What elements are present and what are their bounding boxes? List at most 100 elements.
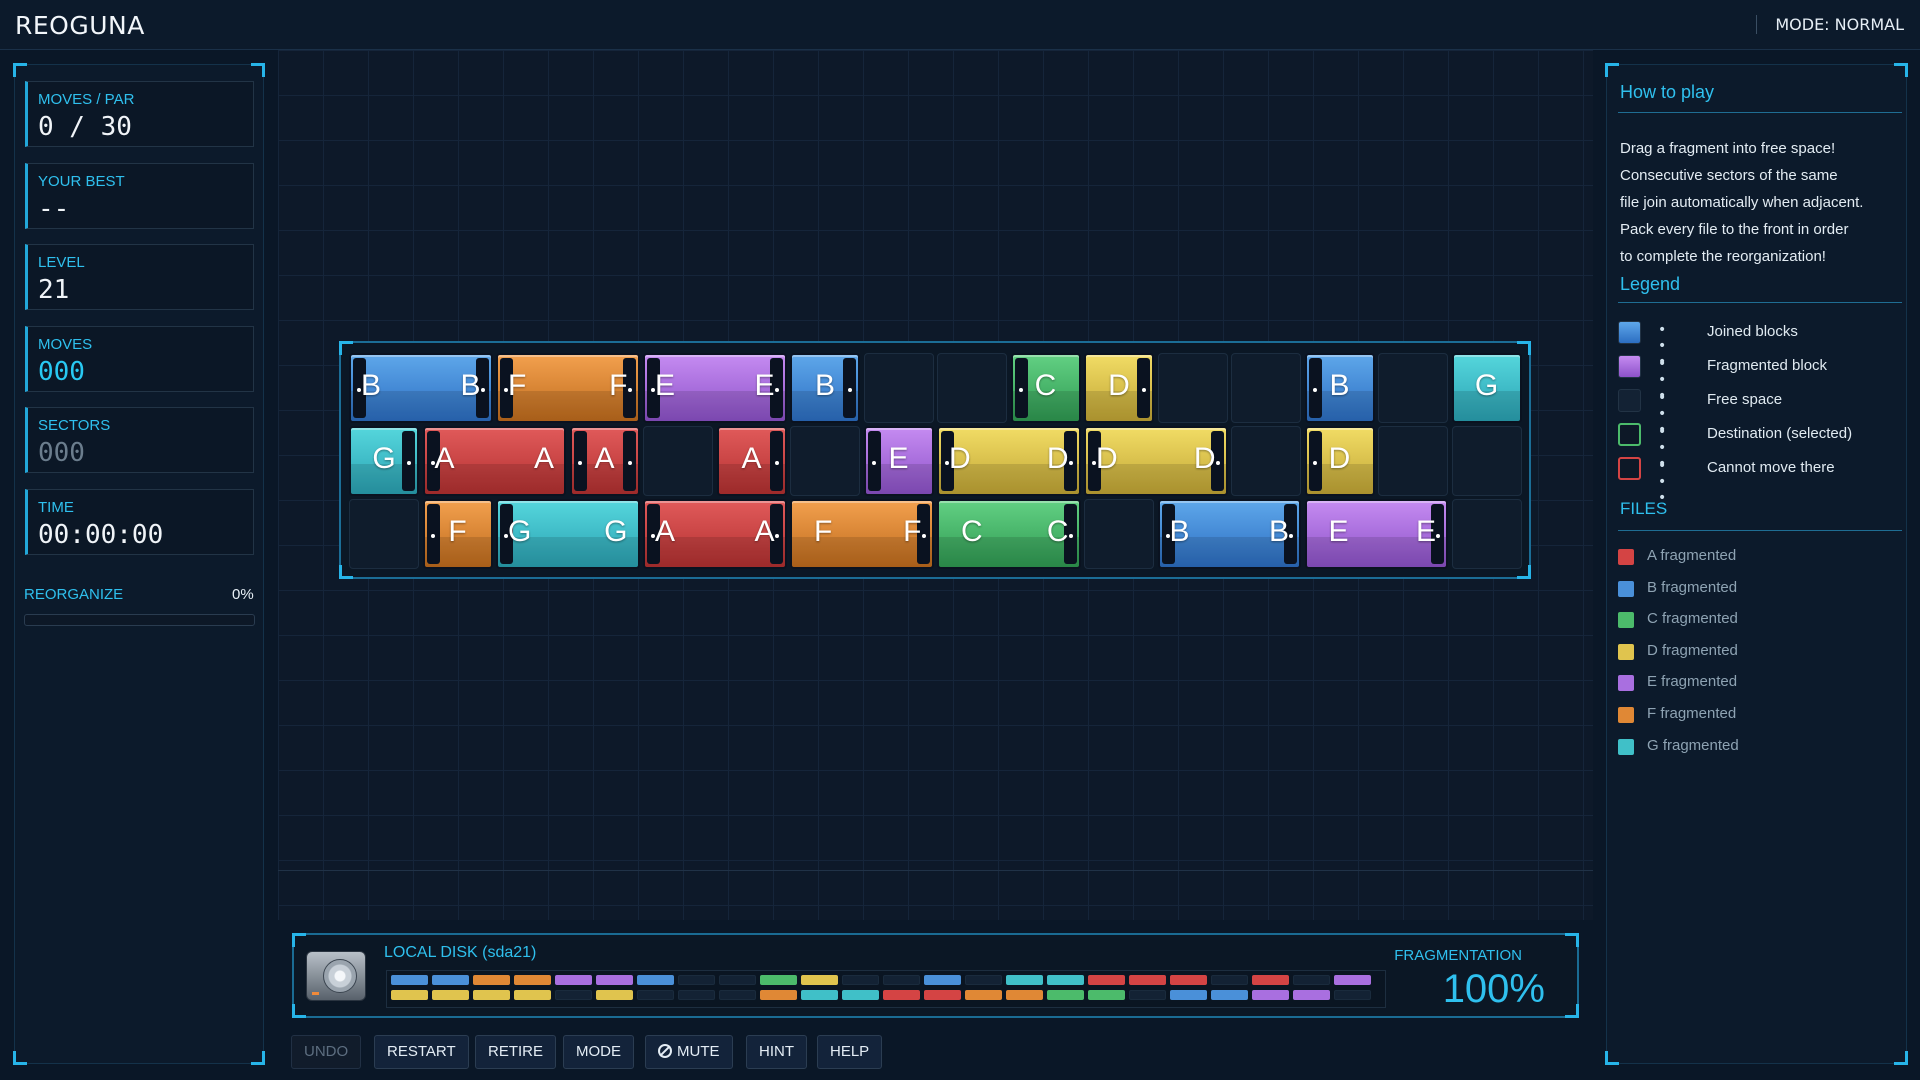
file-swatch — [1618, 675, 1634, 692]
stat-your-best: YOUR BEST -- — [25, 163, 254, 229]
retire-button[interactable]: RETIRE — [475, 1035, 557, 1069]
stat-label: MOVES / PAR — [38, 91, 135, 108]
map-sector-free — [555, 990, 592, 1000]
fragment-b[interactable]: BB — [349, 353, 493, 423]
divider — [1618, 530, 1902, 531]
divider — [1618, 112, 1902, 113]
map-sector-b — [432, 975, 469, 985]
map-sector-g — [842, 990, 879, 1000]
fragment-letter: F — [903, 515, 922, 548]
fragment-a[interactable]: A — [716, 426, 787, 496]
stats-panel: MOVES / PAR 0 / 30 YOUR BEST -- LEVEL 21… — [13, 63, 265, 1065]
free-sector[interactable] — [349, 499, 419, 569]
fragment-a[interactable]: AA — [643, 499, 787, 569]
fragment-letter: B — [814, 369, 835, 402]
map-sector-e — [1293, 990, 1330, 1000]
fragment-e[interactable]: E — [863, 426, 934, 496]
free-sector[interactable] — [1231, 353, 1301, 423]
stat-value: -- — [38, 194, 70, 224]
free-sector[interactable] — [790, 426, 860, 496]
fragment-letter: A — [655, 515, 676, 548]
fragment-f[interactable]: FF — [790, 499, 934, 569]
free-sector[interactable] — [643, 426, 713, 496]
map-sector-f — [514, 975, 551, 985]
fragment-letter: E — [888, 442, 909, 475]
stat-label: LEVEL — [38, 254, 85, 271]
fragment-a[interactable]: A — [569, 426, 640, 496]
fragment-letter: E — [655, 369, 676, 402]
legend-title: Legend — [1620, 274, 1681, 294]
map-sector-free — [1293, 975, 1330, 985]
map-sector-free — [719, 990, 756, 1000]
how-to-line: to complete the reorganization! — [1620, 248, 1826, 265]
restart-button[interactable]: RESTART — [374, 1035, 469, 1069]
fragment-b[interactable]: B — [1304, 353, 1375, 423]
mode-button[interactable]: MODE — [563, 1035, 634, 1069]
stat-moves: MOVES 000 — [25, 326, 254, 392]
fragment-letter: D — [1046, 442, 1069, 475]
stat-sectors: SECTORS 000 — [25, 407, 254, 473]
fragment-e[interactable]: EE — [643, 353, 787, 423]
map-sector-b — [1170, 990, 1207, 1000]
fragment-letter: E — [754, 369, 775, 402]
stat-label: YOUR BEST — [38, 173, 125, 190]
stat-label: TIME — [38, 499, 74, 516]
free-sector[interactable] — [937, 353, 1007, 423]
fragment-g[interactable]: G — [349, 426, 419, 496]
map-sector-free — [678, 990, 715, 1000]
fragment-f[interactable]: F — [422, 499, 493, 569]
fragment-c[interactable]: CC — [937, 499, 1081, 569]
legend-label: Fragmented block — [1707, 357, 1828, 374]
how-to-line: Drag a fragment into free space! — [1620, 140, 1836, 157]
map-sector-e — [1252, 990, 1289, 1000]
fragment-letter: B — [361, 369, 382, 402]
undo-label: UNDO — [304, 1043, 349, 1060]
map-sector-b — [1211, 990, 1248, 1000]
fragment-d[interactable]: D — [1084, 353, 1154, 423]
fragment-d[interactable]: D — [1304, 426, 1375, 496]
fragment-e[interactable]: EE — [1304, 499, 1448, 569]
fragment-f[interactable]: FF — [496, 353, 640, 423]
free-sector[interactable] — [1231, 426, 1301, 496]
fragment-g[interactable]: G — [1451, 353, 1522, 423]
fragment-c[interactable]: C — [1010, 353, 1081, 423]
stat-time: TIME 00:00:00 — [25, 489, 254, 555]
fragment-b[interactable]: B — [790, 353, 860, 423]
free-sector[interactable] — [1451, 499, 1522, 569]
fragment-a[interactable]: AA — [422, 426, 566, 496]
file-swatch — [1618, 643, 1634, 660]
help-label: HELP — [830, 1043, 870, 1060]
undo-button[interactable]: UNDO — [291, 1035, 362, 1069]
free-sector[interactable] — [863, 353, 934, 423]
free-sector[interactable] — [1451, 426, 1522, 496]
map-sector-a — [1088, 975, 1125, 985]
fragment-letter: F — [609, 369, 628, 402]
map-sector-c — [760, 975, 797, 985]
file-label: G fragmented — [1647, 736, 1739, 754]
fragment-d[interactable]: DD — [1084, 426, 1228, 496]
map-sector-free — [1129, 990, 1166, 1000]
map-sector-e — [596, 975, 633, 985]
free-sector[interactable] — [1157, 353, 1228, 423]
free-sector[interactable] — [1378, 353, 1448, 423]
file-label: B fragmented — [1647, 578, 1738, 596]
fragment-letter: D — [1096, 442, 1118, 475]
map-sector-free — [883, 975, 920, 985]
legend-swatch — [1618, 457, 1641, 480]
fragment-d[interactable]: DD — [937, 426, 1081, 496]
map-sector-f — [760, 990, 797, 1000]
hint-button[interactable]: HINT — [746, 1035, 807, 1069]
mute-label: MUTE — [677, 1043, 720, 1060]
fragment-g[interactable]: GG — [496, 499, 640, 569]
free-sector[interactable] — [1084, 499, 1154, 569]
help-button[interactable]: HELP — [817, 1035, 883, 1069]
mute-button[interactable]: MUTE — [645, 1035, 733, 1069]
stat-value: 000 — [38, 357, 85, 387]
mute-icon — [658, 1044, 672, 1058]
restart-label: RESTART — [387, 1043, 456, 1060]
fragment-b[interactable]: BB — [1157, 499, 1301, 569]
map-sector-e — [1334, 975, 1371, 985]
free-sector[interactable] — [1378, 426, 1448, 496]
fragment-letter: F — [448, 515, 467, 548]
map-sector-free — [719, 975, 756, 985]
